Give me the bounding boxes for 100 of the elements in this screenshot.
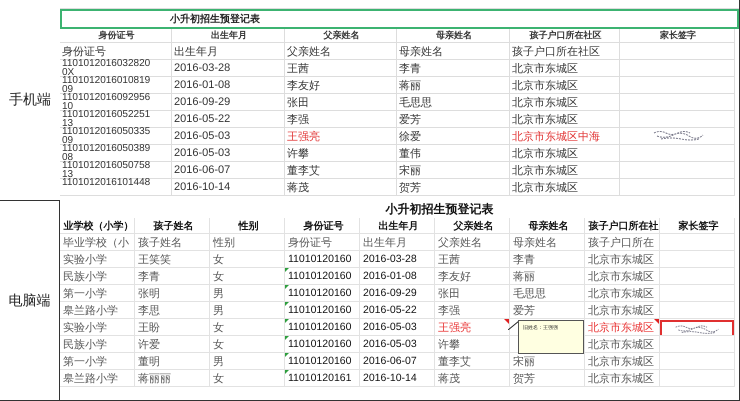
- table-cell-text: 许爱: [138, 338, 160, 352]
- table-cell: 母亲姓名: [397, 43, 510, 60]
- table-cell: 110101201605033509: [62, 128, 152, 145]
- table-cell: 父亲姓名: [285, 43, 397, 60]
- column-header: 出生年月: [360, 218, 435, 234]
- table-cell: 李青: [397, 60, 510, 77]
- table-cell-text: 北京市东城区: [588, 252, 654, 266]
- table-cell: 毕业学校（小: [60, 234, 135, 251]
- column-header: 家长签字: [620, 29, 735, 43]
- table-cell: 11010120160: [288, 304, 352, 316]
- column-header: 业学校（小学）: [60, 218, 135, 234]
- table-cell-text: 实验小学: [63, 252, 107, 266]
- table-cell: 11010120160: [288, 355, 352, 367]
- column-header: 父亲姓名: [285, 29, 397, 43]
- column-header: 母亲姓名: [510, 218, 585, 234]
- column-header: 身份证号: [285, 218, 360, 234]
- table-cell: 出生年月: [360, 234, 435, 251]
- table-cell-text: 董李艾: [438, 354, 471, 368]
- table-cell: 北京市东城区中海: [510, 128, 620, 145]
- table-cell-text: 蒋丽: [513, 270, 535, 284]
- signature-drawing: [673, 322, 721, 334]
- table-cell: 11010120160328200X: [62, 60, 152, 77]
- table-cell: 北京市东城区: [510, 111, 620, 128]
- table-cell-text: 民族小学: [63, 270, 107, 284]
- table-cell: 孩子户口所在: [585, 234, 660, 251]
- table-cell-text: 第一小学: [63, 354, 107, 368]
- table-cell: 2016-05-22: [363, 304, 417, 316]
- table-cell: 110101201605038908: [62, 145, 152, 162]
- table-cell: 李强: [285, 111, 397, 128]
- table-cell: 爱芳: [397, 111, 510, 128]
- table-cell: 王强亮: [285, 128, 397, 145]
- table-cell: 北京市东城区: [510, 145, 620, 162]
- table-cell-text: 女: [213, 270, 224, 284]
- table-cell: 性别: [210, 234, 285, 251]
- table-cell: 董伟: [397, 145, 510, 162]
- table-cell-text: 民族小学: [63, 338, 107, 352]
- table-cell: 孩子户口所在社区: [510, 43, 620, 60]
- table-cell-text: 张田: [438, 286, 460, 300]
- table-cell-text: 贺芳: [513, 372, 535, 386]
- table-cell: 北京市东城区: [510, 162, 620, 179]
- table-cell: 贺芳: [397, 179, 510, 196]
- table-cell: 孩子姓名: [135, 234, 210, 251]
- table-cell: 110101201609295610: [62, 94, 152, 111]
- table-cell: 2016-05-22: [172, 111, 285, 128]
- table-cell: 11010120160: [288, 287, 352, 299]
- table-cell: 出生年月: [172, 43, 285, 60]
- table-cell: 11010120160: [288, 270, 352, 282]
- table-cell-text: 李强: [438, 304, 460, 318]
- table-cell: 2016-10-14: [172, 179, 285, 196]
- sheet-title: 小升初招生预登记表: [384, 201, 494, 218]
- table-cell-text: 女: [213, 338, 224, 352]
- column-header: 孩子户口所在社: [585, 218, 660, 234]
- table-cell: 2016-05-03: [363, 338, 417, 350]
- table-cell: 2016-10-14: [363, 372, 417, 384]
- table-cell: 宋丽: [397, 162, 510, 179]
- table-cell: 2016-06-07: [363, 355, 417, 367]
- table-cell-text: 李思: [138, 304, 160, 318]
- table-cell: 11010120160: [288, 321, 352, 333]
- table-cell: 许攀: [285, 145, 397, 162]
- table-cell: 徐爱: [397, 128, 510, 145]
- table-cell-text: 蒋丽丽: [138, 372, 171, 386]
- sheet-title: 小升初招生预登记表: [60, 9, 739, 29]
- table-cell: 2016-05-03: [172, 145, 285, 162]
- table-cell: 110101201605225113: [62, 111, 152, 128]
- table-cell: 2016-09-29: [363, 287, 417, 299]
- table-cell-text: 毛思思: [513, 286, 546, 300]
- table-cell: 2016-01-08: [363, 270, 417, 282]
- column-header: 家长签字: [660, 218, 735, 234]
- table-cell-text: 男: [213, 354, 224, 368]
- column-header: 出生年月: [172, 29, 285, 43]
- table-cell: 2016-03-28: [363, 253, 417, 265]
- table-cell: 母亲姓名: [510, 234, 585, 251]
- table-cell: 110101201605075813: [62, 162, 152, 179]
- column-header: 孩子户口所在社区: [510, 29, 620, 43]
- table-cell-text: 张明: [138, 286, 160, 300]
- table-cell-text: 王茜: [438, 252, 460, 266]
- column-header: 性别: [210, 218, 285, 234]
- table-cell: 张田: [285, 94, 397, 111]
- table-cell-text: 北京市东城区: [588, 320, 654, 334]
- table-cell: 父亲姓名: [435, 234, 510, 251]
- table-cell: 2016-06-07: [172, 162, 285, 179]
- table-cell-text: 许攀: [438, 338, 460, 352]
- table-cell-text: 北京市东城区: [588, 372, 654, 386]
- table-cell: 身份证号: [285, 234, 360, 251]
- table-cell-text: 王强亮: [438, 320, 471, 334]
- table-cell: 董李艾: [285, 162, 397, 179]
- table-cell-text: 蒋茂: [438, 372, 460, 386]
- table-cell-text: 皋兰路小学: [63, 304, 118, 318]
- table-cell-text: 董明: [138, 354, 160, 368]
- table-cell-text: 宋丽: [513, 354, 535, 368]
- table-cell-text: 王笑笑: [138, 252, 171, 266]
- table-cell: 李友好: [285, 77, 397, 94]
- column-header: 孩子姓名: [135, 218, 210, 234]
- table-cell-text: 北京市东城区: [588, 286, 654, 300]
- column-header: 身份证号: [60, 29, 172, 43]
- table-cell-text: 皋兰路小学: [63, 372, 118, 386]
- table-cell-text: 李青: [513, 252, 535, 266]
- table-cell: 2016-05-03: [363, 321, 417, 333]
- table-cell: 11010120161: [288, 372, 352, 384]
- table-cell-text: 女: [213, 252, 224, 266]
